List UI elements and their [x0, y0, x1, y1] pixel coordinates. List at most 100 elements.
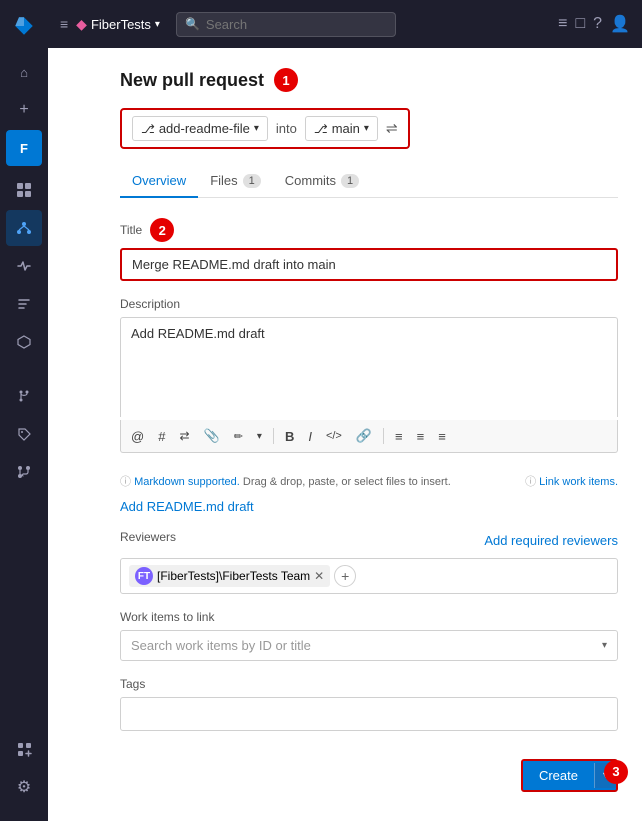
md-info-right: ⓘ Link work items.	[525, 473, 618, 489]
sidebar-item-home[interactable]: ⌂	[6, 54, 42, 90]
sidebar-item-add[interactable]: +	[6, 92, 42, 128]
work-items-section: Work items to link Search work items by …	[120, 610, 618, 661]
sidebar-item-settings[interactable]: ⚙	[6, 769, 42, 805]
md-info-bar: ⓘ Markdown supported. Drag & drop, paste…	[120, 469, 618, 493]
tab-commits[interactable]: Commits 1	[273, 165, 371, 198]
tabs-bar: Overview Files 1 Commits 1	[120, 165, 618, 198]
target-branch-name: main	[332, 121, 360, 136]
tab-commits-label: Commits	[285, 173, 336, 188]
reviewers-section: Reviewers Add required reviewers FT [Fib…	[120, 530, 618, 594]
sidebar-item-tags[interactable]	[6, 416, 42, 452]
md-separator-1	[273, 428, 274, 444]
md-at-button[interactable]: @	[125, 426, 150, 447]
source-branch-icon: ⎇	[141, 122, 155, 136]
sidebar-item-boards[interactable]	[6, 172, 42, 208]
reviewer-remove-icon[interactable]: ✕	[314, 569, 324, 583]
md-attach-button[interactable]: 📎	[198, 425, 226, 447]
md-ul-button[interactable]: ≡	[411, 426, 431, 447]
step-badge-3-wrapper: Create	[523, 761, 594, 790]
reviewers-label: Reviewers	[120, 530, 176, 544]
create-label: Create	[539, 768, 578, 783]
title-label: Title	[120, 223, 142, 237]
description-textarea[interactable]: Add README.md draft	[120, 317, 618, 417]
swap-branches-icon[interactable]: ⇌	[386, 120, 398, 137]
source-branch-caret: ▾	[254, 123, 259, 134]
md-emoji-caret[interactable]: ▾	[251, 428, 268, 445]
md-ol-button[interactable]: ≡	[432, 426, 452, 447]
md-supported-link[interactable]: Markdown supported.	[134, 476, 240, 488]
sidebar-item-artifacts[interactable]	[6, 324, 42, 360]
step-badge-2: 2	[150, 218, 174, 242]
tags-label: Tags	[120, 677, 618, 691]
md-bold-button[interactable]: B	[279, 426, 300, 447]
create-bar: Create ▾ 3	[120, 747, 618, 796]
sidebar-item-branch[interactable]	[6, 378, 42, 414]
work-items-search[interactable]: Search work items by ID or title ▾	[120, 630, 618, 661]
topbar-right: ≡ □ ? 👤	[558, 14, 630, 34]
tags-input[interactable]	[120, 697, 618, 731]
tab-overview[interactable]: Overview	[120, 165, 198, 198]
brand-caret-icon: ▾	[155, 19, 160, 30]
sidebar-item-testplans[interactable]	[6, 286, 42, 322]
tab-commits-count: 1	[341, 174, 359, 188]
topbar-user-icon[interactable]: 👤	[610, 14, 630, 34]
add-required-reviewers-link[interactable]: Add required reviewers	[484, 533, 618, 548]
search-input[interactable]	[206, 17, 387, 32]
step-badge-3: 3	[604, 760, 628, 784]
main-content: New pull request 1 ⎇ add-readme-file ▾ i…	[96, 48, 642, 821]
sidebar-item-avatar[interactable]: F	[6, 130, 42, 166]
page-title-row: New pull request 1	[120, 68, 618, 92]
sidebar-top: ⌂ + F	[6, 8, 42, 731]
title-input[interactable]	[120, 248, 618, 281]
tab-files-count: 1	[243, 174, 261, 188]
tab-files[interactable]: Files 1	[198, 165, 273, 198]
topbar: ≡ ◆ FiberTests ▾ 🔍 ≡ □ ? 👤	[48, 0, 642, 48]
reviewer-tag-fiberteam: FT [FiberTests]\FiberTests Team ✕	[129, 565, 330, 587]
target-branch-icon: ⎇	[314, 122, 328, 136]
link-work-items-link[interactable]: Link work items.	[539, 476, 618, 488]
source-branch-name: add-readme-file	[159, 121, 250, 136]
md-ref-button[interactable]: ⇄	[173, 426, 195, 446]
target-branch-selector[interactable]: ⎇ main ▾	[305, 116, 378, 141]
source-branch-selector[interactable]: ⎇ add-readme-file ▾	[132, 116, 268, 141]
md-align-button[interactable]: ≡	[389, 426, 409, 447]
sidebar-item-pullrequests[interactable]	[6, 454, 42, 490]
reviewer-add-button[interactable]: +	[334, 565, 356, 587]
md-italic-button[interactable]: I	[302, 426, 318, 447]
topbar-list-icon[interactable]: ≡	[558, 15, 567, 33]
topbar-search[interactable]: 🔍	[176, 12, 396, 37]
md-hash-button[interactable]: #	[152, 426, 171, 447]
sidebar-item-repos[interactable]	[6, 210, 42, 246]
md-emoji-button[interactable]: ✏	[228, 427, 249, 446]
app-logo[interactable]	[6, 8, 42, 44]
tab-files-label: Files	[210, 173, 237, 188]
reviewers-header: Reviewers Add required reviewers	[120, 530, 618, 550]
topbar-help-icon[interactable]: ?	[593, 15, 602, 33]
reviewer-avatar: FT	[135, 567, 153, 585]
topbar-notifications-icon[interactable]: □	[576, 15, 586, 33]
md-link-button[interactable]: 🔗	[350, 425, 378, 447]
topbar-menu-icon[interactable]: ≡	[60, 16, 68, 32]
sidebar-item-extensions[interactable]	[6, 731, 42, 767]
md-code-button[interactable]: </>	[320, 427, 348, 445]
branch-selector-bar: ⎇ add-readme-file ▾ into ⎇ main ▾ ⇌	[120, 108, 410, 149]
page-title: New pull request	[120, 70, 264, 91]
pr-link[interactable]: Add README.md draft	[120, 499, 618, 514]
tab-overview-label: Overview	[132, 173, 186, 188]
title-section: Title 2	[120, 218, 618, 281]
brand-name: FiberTests	[91, 17, 151, 32]
title-label-row: Title 2	[120, 218, 618, 242]
into-label: into	[276, 121, 297, 136]
work-items-caret-icon: ▾	[602, 640, 607, 651]
sidebar-bottom: ⚙	[6, 731, 42, 813]
md-separator-2	[383, 428, 384, 444]
sidebar: ⌂ + F ⚙	[0, 0, 48, 821]
create-button[interactable]: Create ▾	[521, 759, 618, 792]
tags-section: Tags	[120, 677, 618, 731]
work-items-placeholder: Search work items by ID or title	[131, 638, 311, 653]
search-icon: 🔍	[185, 17, 200, 31]
description-wrapper: Add README.md draft @ # ⇄ 📎 ✏ ▾ B I </> …	[120, 317, 618, 453]
reviewers-box: FT [FiberTests]\FiberTests Team ✕ +	[120, 558, 618, 594]
sidebar-item-pipelines[interactable]	[6, 248, 42, 284]
topbar-brand[interactable]: ◆ FiberTests ▾	[76, 16, 160, 33]
